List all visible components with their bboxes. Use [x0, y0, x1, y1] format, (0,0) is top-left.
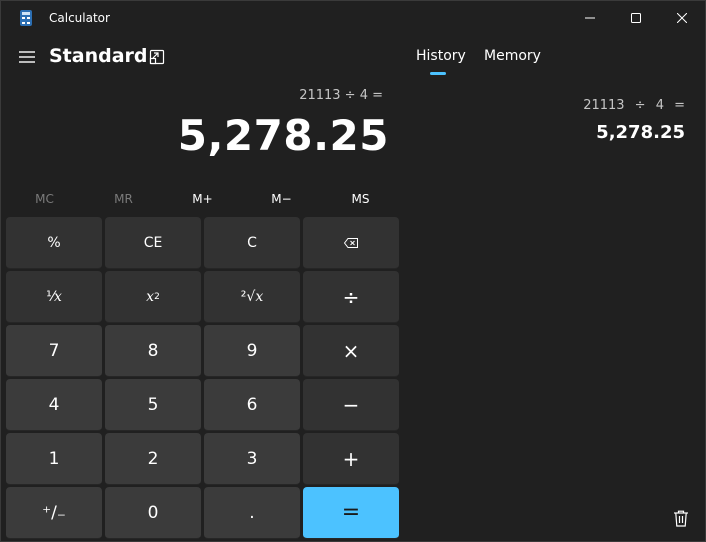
title-bar: Calculator — [1, 1, 705, 35]
equals-label: = — [341, 500, 361, 525]
tab-history[interactable]: History — [416, 48, 466, 64]
clear-label: C — [247, 234, 257, 251]
square-exponent: 2 — [154, 291, 160, 302]
divide-button[interactable]: ÷ — [303, 271, 399, 323]
memory-recall-button[interactable]: MR — [84, 185, 163, 213]
maximize-icon — [631, 13, 641, 23]
memory-subtract-button[interactable]: M− — [242, 185, 321, 213]
memory-add-button[interactable]: M+ — [163, 185, 242, 213]
square-button[interactable]: x2 — [105, 271, 201, 323]
digit-label: 0 — [147, 502, 159, 523]
digit-label: 4 — [48, 394, 60, 415]
result-display: 5,278.25 — [177, 111, 389, 160]
digit-label: 2 — [147, 448, 159, 469]
backspace-button[interactable] — [303, 217, 399, 269]
digit-9-button[interactable]: 9 — [204, 325, 300, 377]
digit-3-button[interactable]: 3 — [204, 433, 300, 485]
close-button[interactable] — [659, 1, 705, 35]
keep-on-top-button[interactable] — [147, 47, 167, 67]
minimize-icon — [585, 17, 595, 19]
square-variable: x — [146, 288, 155, 305]
history-item-expression[interactable]: 21113 ÷ 4 = — [583, 98, 685, 113]
negate-label: ⁺/₋ — [42, 502, 66, 523]
hamburger-menu-icon — [19, 51, 35, 63]
digit-label: 3 — [246, 448, 258, 469]
reciprocal-button[interactable]: ⅟x — [6, 271, 102, 323]
reciprocal-label: ⅟ — [46, 288, 55, 305]
digit-label: 8 — [147, 340, 159, 361]
equals-button[interactable]: = — [303, 487, 399, 539]
clear-history-button[interactable] — [671, 508, 691, 528]
percent-label: % — [47, 234, 61, 251]
digit-label: 7 — [48, 340, 60, 361]
digit-label: 6 — [246, 394, 258, 415]
memory-controls: MC MR M+ M− MS — [5, 185, 401, 213]
digit-1-button[interactable]: 1 — [6, 433, 102, 485]
decimal-button[interactable]: . — [204, 487, 300, 539]
reciprocal-variable: x — [54, 288, 62, 305]
calculator-mode-title: Standard — [49, 45, 148, 67]
clear-entry-label: CE — [143, 234, 163, 251]
divide-label: ÷ — [342, 284, 360, 309]
trash-icon — [674, 510, 688, 527]
digit-label: 1 — [48, 448, 60, 469]
clear-button[interactable]: C — [204, 217, 300, 269]
digit-5-button[interactable]: 5 — [105, 379, 201, 431]
close-icon — [677, 13, 687, 23]
history-item-result[interactable]: 5,278.25 — [596, 122, 685, 143]
decimal-label: . — [249, 502, 255, 523]
digit-4-button[interactable]: 4 — [6, 379, 102, 431]
square-root-variable: x — [255, 288, 264, 305]
clear-entry-button[interactable]: CE — [105, 217, 201, 269]
digit-8-button[interactable]: 8 — [105, 325, 201, 377]
add-button[interactable]: + — [303, 433, 399, 485]
digit-label: 5 — [147, 394, 159, 415]
expression-display: 21113 ÷ 4 = — [299, 88, 383, 103]
digit-0-button[interactable]: 0 — [105, 487, 201, 539]
digit-2-button[interactable]: 2 — [105, 433, 201, 485]
multiply-label: × — [342, 338, 360, 363]
window-title: Calculator — [49, 11, 110, 25]
memory-clear-button[interactable]: MC — [5, 185, 84, 213]
digit-label: 9 — [246, 340, 258, 361]
negate-button[interactable]: ⁺/₋ — [6, 487, 102, 539]
backspace-icon — [344, 237, 358, 248]
navigation-menu-button[interactable] — [15, 45, 39, 69]
maximize-button[interactable] — [613, 1, 659, 35]
minimize-button[interactable] — [567, 1, 613, 35]
calculator-app-icon — [20, 10, 32, 26]
subtract-label: − — [342, 392, 360, 417]
square-root-button[interactable]: ²√ x — [204, 271, 300, 323]
add-label: + — [342, 446, 360, 471]
calculator-window: Calculator Standard 21113 ÷ 4 = 5,278.25 — [0, 0, 706, 542]
digit-6-button[interactable]: 6 — [204, 379, 300, 431]
percent-button[interactable]: % — [6, 217, 102, 269]
digit-7-button[interactable]: 7 — [6, 325, 102, 377]
subtract-button[interactable]: − — [303, 379, 399, 431]
tab-memory[interactable]: Memory — [484, 48, 541, 64]
memory-store-button[interactable]: MS — [321, 185, 400, 213]
keep-on-top-icon — [149, 49, 165, 65]
keypad: % CE C ⅟x x2 ²√ x ÷ 7 8 9 × 4 5 6 − 1 2 3 — [6, 217, 402, 539]
active-tab-indicator — [430, 72, 446, 75]
multiply-button[interactable]: × — [303, 325, 399, 377]
square-root-label: ²√ — [240, 288, 256, 305]
